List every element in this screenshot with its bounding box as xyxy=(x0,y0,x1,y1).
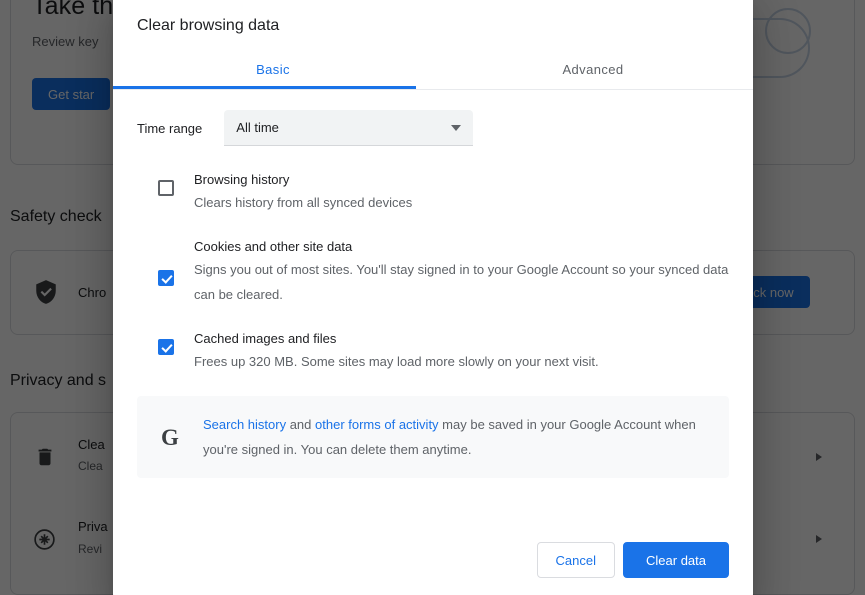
clear-browsing-data-dialog: Clear browsing data Basic Advanced Time … xyxy=(113,0,753,595)
time-range-select[interactable]: All time xyxy=(224,110,474,147)
option-browsing-history[interactable]: Browsing history Clears history from all… xyxy=(137,170,729,215)
option-cookies-text: Cookies and other site data Signs you ou… xyxy=(194,237,729,307)
chevron-down-icon xyxy=(451,124,462,131)
checkbox-browsing-history[interactable] xyxy=(158,180,174,197)
info-text-mid: and xyxy=(286,417,316,433)
checkbox-cached-images-and-files[interactable] xyxy=(158,339,174,356)
option-description: Clears history from all synced devices xyxy=(194,195,413,211)
clear-options-list: Browsing history Clears history from all… xyxy=(137,170,729,374)
option-title: Browsing history xyxy=(194,172,290,188)
active-tab-indicator xyxy=(113,86,416,90)
dialog-tabs: Basic Advanced xyxy=(113,49,753,91)
other-forms-of-activity-link[interactable]: other forms of activity xyxy=(315,417,439,432)
screen: Take the Review key Get star Safety chec… xyxy=(0,0,865,595)
dialog-body: Time range All time Browsing history Cle… xyxy=(113,90,753,526)
google-account-info-text: Search history and other forms of activi… xyxy=(203,412,709,462)
option-title: Cached images and files xyxy=(194,331,337,347)
checkbox-cookies-and-site-data[interactable] xyxy=(158,270,174,287)
time-range-selected-value: All time xyxy=(236,120,279,136)
option-description: Frees up 320 MB. Some sites may load mor… xyxy=(194,354,599,370)
cancel-button[interactable]: Cancel xyxy=(536,542,616,578)
option-cookies-and-site-data[interactable]: Cookies and other site data Signs you ou… xyxy=(137,237,729,307)
dialog-footer: Cancel Clear data xyxy=(113,526,753,595)
time-range-row: Time range All time xyxy=(137,110,729,147)
google-g-logo: G xyxy=(161,424,179,450)
search-history-link[interactable]: Search history xyxy=(203,417,286,432)
option-cached-text: Cached images and files Frees up 320 MB.… xyxy=(194,329,729,374)
tab-basic[interactable]: Basic xyxy=(113,49,433,89)
time-range-label: Time range xyxy=(137,120,203,136)
tab-advanced[interactable]: Advanced xyxy=(433,49,753,89)
dialog-title: Clear browsing data xyxy=(137,17,280,34)
option-title: Cookies and other site data xyxy=(194,239,353,255)
google-account-info-box: G Search history and other forms of acti… xyxy=(137,396,729,479)
option-browsing-history-text: Browsing history Clears history from all… xyxy=(194,170,729,215)
clear-data-button[interactable]: Clear data xyxy=(623,542,729,578)
option-description: Signs you out of most sites. You'll stay… xyxy=(194,262,729,303)
option-cached-images-and-files[interactable]: Cached images and files Frees up 320 MB.… xyxy=(137,329,729,374)
